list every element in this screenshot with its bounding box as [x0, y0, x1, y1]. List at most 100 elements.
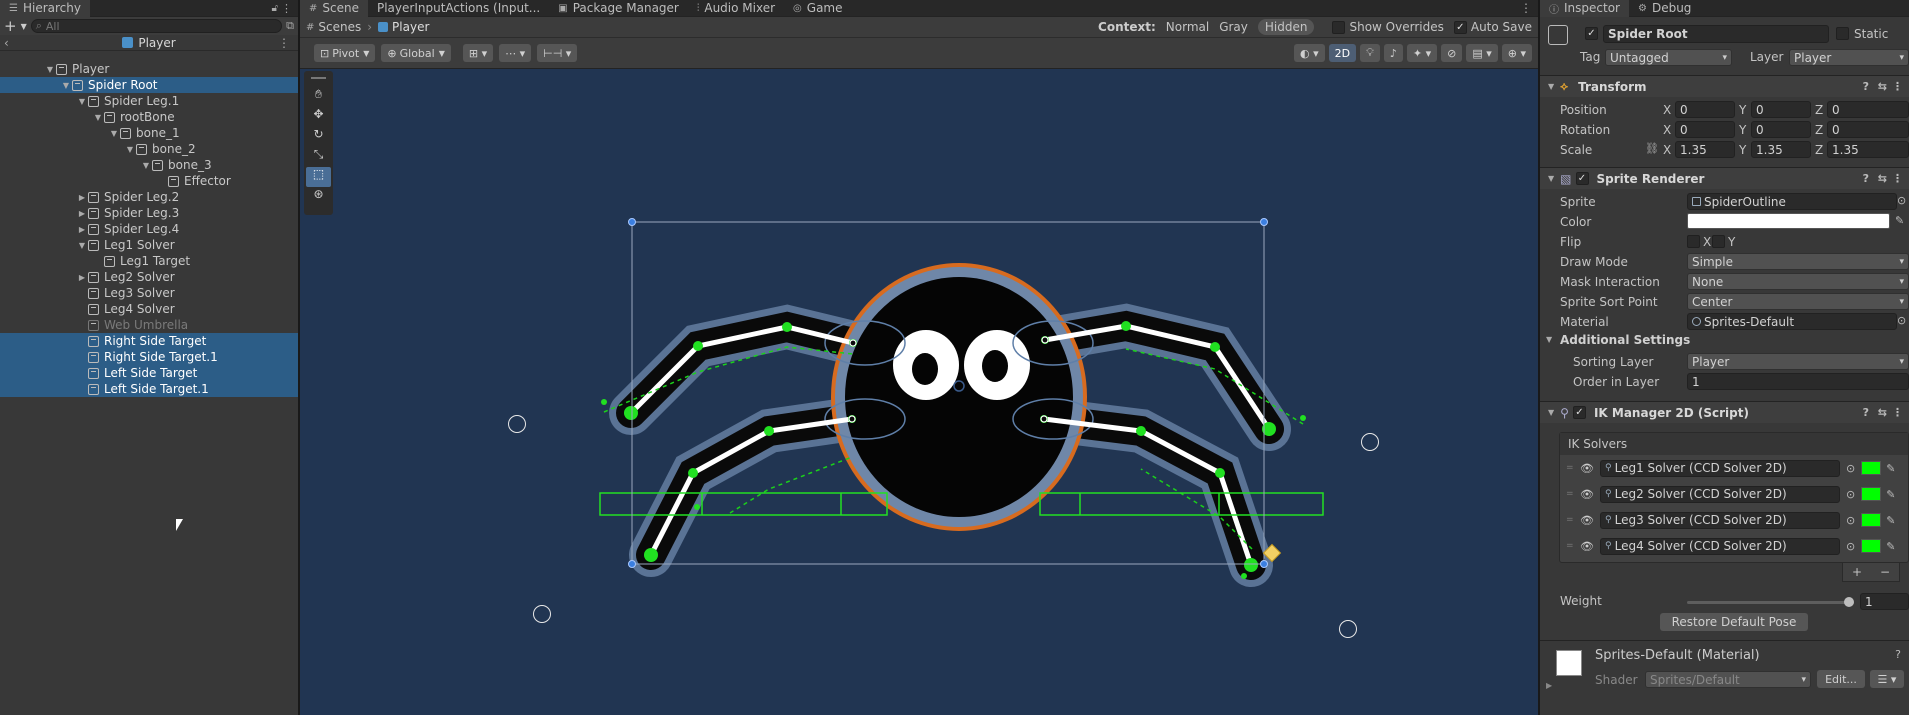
eyedropper-icon[interactable]: ✎: [1895, 214, 1904, 227]
position-x-field[interactable]: 0: [1675, 101, 1735, 118]
tab-audio-mixer[interactable]: ⫶ Audio Mixer: [688, 0, 784, 17]
remove-solver-button[interactable]: −: [1880, 565, 1890, 579]
sprite-object-field[interactable]: SpiderOutline: [1687, 193, 1897, 210]
rotation-z-field[interactable]: 0: [1827, 121, 1909, 138]
rotation-x-field[interactable]: 0: [1675, 121, 1735, 138]
fold-arrow-icon[interactable]: ▶: [76, 209, 88, 218]
drag-handle-icon[interactable]: =: [1566, 463, 1580, 473]
constrain-proportions-icon[interactable]: ⛓: [1645, 142, 1659, 155]
hierarchy-item[interactable]: Web Umbrella: [0, 317, 298, 333]
hierarchy-item[interactable]: ▼ bone_1: [0, 125, 298, 141]
hierarchy-search-input[interactable]: ⌕ All: [30, 19, 283, 33]
ik-solver-object-field[interactable]: ⚲ Leg4 Solver (CCD Solver 2D): [1600, 537, 1840, 555]
hierarchy-item[interactable]: Leg3 Solver: [0, 285, 298, 301]
ik-solver-item[interactable]: = 👁︎ ⚲ Leg3 Solver (CCD Solver 2D) ⊙ ✎: [1560, 507, 1908, 533]
eyedropper-icon[interactable]: ✎: [1886, 540, 1895, 553]
solver-gizmo-color-swatch[interactable]: [1861, 461, 1882, 475]
eyedropper-icon[interactable]: ✎: [1886, 514, 1895, 527]
color-swatch-field[interactable]: [1687, 213, 1890, 229]
hierarchy-item[interactable]: ▼ Player: [0, 61, 298, 77]
fold-arrow-icon[interactable]: ▼: [124, 145, 136, 154]
drag-handle-icon[interactable]: =: [1566, 541, 1580, 551]
scale-y-field[interactable]: 1.35: [1751, 141, 1811, 158]
solver-gizmo-color-swatch[interactable]: [1861, 487, 1882, 501]
object-picker-icon[interactable]: ⊙: [1897, 314, 1906, 327]
active-checkbox[interactable]: ✓: [1585, 27, 1598, 40]
weight-field[interactable]: 1: [1860, 593, 1909, 610]
preset-icon[interactable]: ⇆: [1878, 80, 1887, 93]
object-name-field[interactable]: Spider Root: [1603, 25, 1829, 43]
ik-solver-object-field[interactable]: ⚲ Leg3 Solver (CCD Solver 2D): [1600, 511, 1840, 529]
hierarchy-item[interactable]: Right Side Target.1: [0, 349, 298, 365]
context-normal[interactable]: Normal: [1166, 20, 1209, 34]
fold-arrow-icon[interactable]: ▼: [76, 241, 88, 250]
back-arrow-icon[interactable]: ‹: [4, 36, 9, 50]
hierarchy-item[interactable]: Leg4 Solver: [0, 301, 298, 317]
tab-game[interactable]: ◎ Game: [784, 0, 851, 17]
global-dropdown[interactable]: ⊕ Global ▼: [381, 44, 451, 62]
audio-toggle-icon[interactable]: ♪: [1383, 44, 1403, 62]
tab-inspector[interactable]: ⓘ Inspector: [1540, 0, 1629, 17]
spider-sprite[interactable]: [300, 69, 1538, 715]
context-gray[interactable]: Gray: [1219, 20, 1248, 34]
tab-input-actions[interactable]: PlayerInputActions (Input...: [368, 0, 549, 17]
hierarchy-item[interactable]: ▶ Spider Leg.4: [0, 221, 298, 237]
lighting-icon[interactable]: 💡︎: [1360, 44, 1380, 62]
breadcrumb-player[interactable]: Player: [392, 20, 429, 34]
shader-options-button[interactable]: ☰ ▾: [1870, 670, 1904, 688]
fold-arrow-icon[interactable]: ▶: [76, 273, 88, 282]
preset-icon[interactable]: ⇆: [1878, 172, 1887, 185]
gizmos-dropdown[interactable]: ⊕ ▾: [1501, 44, 1532, 62]
help-icon[interactable]: ?: [1863, 172, 1869, 185]
weight-slider[interactable]: [1687, 597, 1854, 607]
mode-2d-toggle[interactable]: 2D: [1328, 44, 1357, 62]
draw-mode-dropdown[interactable]: Simple: [1687, 253, 1909, 270]
solver-gizmo-color-swatch[interactable]: [1861, 539, 1882, 553]
increment-snap-button[interactable]: ⊢⊣ ▾: [537, 44, 578, 62]
ik-solver-item[interactable]: = 👁︎ ⚲ Leg1 Solver (CCD Solver 2D) ⊙ ✎: [1560, 455, 1908, 481]
material-object-field[interactable]: Sprites-Default: [1687, 313, 1897, 330]
show-overrides-checkbox[interactable]: [1332, 20, 1346, 34]
shader-edit-button[interactable]: Edit...: [1817, 670, 1865, 688]
hierarchy-item[interactable]: ▼ Spider Root: [0, 77, 298, 93]
layer-dropdown[interactable]: Player: [1789, 49, 1909, 66]
chevron-down-icon[interactable]: ▼: [21, 22, 27, 31]
target-handle[interactable]: [1361, 433, 1379, 451]
prefab-more-icon[interactable]: ⋮: [278, 36, 290, 50]
fold-arrow-icon[interactable]: ▼: [1546, 335, 1552, 344]
static-checkbox[interactable]: [1836, 27, 1849, 40]
fold-arrow-icon[interactable]: ▼: [60, 81, 72, 90]
visibility-eye-icon[interactable]: 👁︎: [1580, 540, 1596, 553]
object-picker-icon[interactable]: ⊙: [1846, 488, 1855, 501]
ik-solver-object-field[interactable]: ⚲ Leg2 Solver (CCD Solver 2D): [1600, 485, 1840, 503]
eyedropper-icon[interactable]: ✎: [1886, 488, 1895, 501]
camera-dropdown[interactable]: ▤ ▾: [1466, 44, 1498, 62]
fold-arrow-icon[interactable]: ▼: [108, 129, 120, 138]
object-picker-icon[interactable]: ⊙: [1846, 514, 1855, 527]
effects-dropdown[interactable]: ✦ ▾: [1406, 44, 1438, 62]
ik-solver-item[interactable]: = 👁︎ ⚲ Leg4 Solver (CCD Solver 2D) ⊙ ✎: [1560, 533, 1908, 559]
help-icon[interactable]: ?: [1895, 648, 1901, 661]
drag-handle-icon[interactable]: =: [1566, 515, 1580, 525]
object-picker-icon[interactable]: ⊙: [1897, 194, 1906, 207]
help-icon[interactable]: ?: [1863, 406, 1869, 419]
hierarchy-item[interactable]: ▶ Spider Leg.2: [0, 189, 298, 205]
additional-settings-label[interactable]: Additional Settings: [1560, 333, 1690, 347]
ik-solver-item[interactable]: = 👁︎ ⚲ Leg2 Solver (CCD Solver 2D) ⊙ ✎: [1560, 481, 1908, 507]
mask-interaction-dropdown[interactable]: None: [1687, 273, 1909, 290]
add-solver-button[interactable]: +: [1852, 565, 1862, 579]
breadcrumb-scenes[interactable]: Scenes: [318, 20, 361, 34]
hierarchy-item[interactable]: ▼ bone_3: [0, 157, 298, 173]
hierarchy-item[interactable]: Left Side Target: [0, 365, 298, 381]
component-menu-icon[interactable]: ⋮: [1892, 172, 1903, 185]
fold-arrow-icon[interactable]: ▶: [1546, 681, 1552, 690]
fold-arrow-icon[interactable]: ▼: [76, 97, 88, 106]
scale-x-field[interactable]: 1.35: [1675, 141, 1735, 158]
ik-manager-header[interactable]: ▼ ⚲ ✓ IK Manager 2D (Script) ? ⇆ ⋮: [1540, 401, 1909, 423]
fold-arrow-icon[interactable]: ▶: [76, 225, 88, 234]
component-menu-icon[interactable]: ⋮: [1892, 80, 1903, 93]
lock-icon[interactable]: 🔓︎: [272, 3, 278, 14]
transform-header[interactable]: ▼ ⟡ Transform ? ⇆ ⋮: [1540, 75, 1909, 97]
rotation-y-field[interactable]: 0: [1751, 121, 1811, 138]
scene-visibility-icon[interactable]: ⧉: [286, 19, 294, 33]
